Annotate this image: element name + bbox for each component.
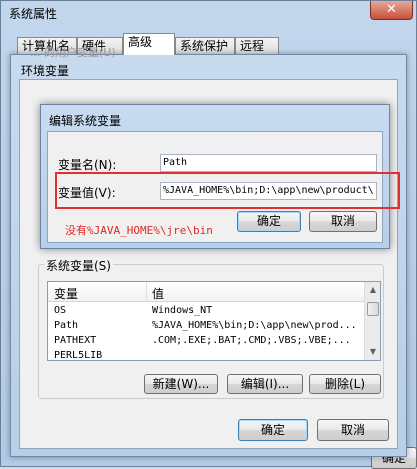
tab-system-protection[interactable]: 系统保护 [175, 37, 235, 55]
edit-variable-button[interactable]: 编辑(I)... [227, 374, 303, 394]
row-variable-name: PERL5LIB [54, 350, 103, 361]
row-variable-value: %JAVA_HOME%\bin;D:\app\new\prod... [152, 320, 357, 331]
column-header-value[interactable]: 值 [152, 285, 164, 302]
system-variables-label: 系统变量(S) [44, 257, 113, 274]
variable-name-label: 变量名(N): [58, 158, 117, 172]
close-button[interactable]: ✕ [370, 1, 413, 20]
edit-ok-button[interactable]: 确定 [237, 211, 301, 232]
scroll-down-icon[interactable]: ▼ [365, 344, 380, 360]
environment-variables-title: 环境变量 [21, 64, 70, 78]
scroll-up-icon[interactable]: ▲ [365, 282, 380, 298]
tab-remote[interactable]: 远程 [235, 37, 279, 55]
edit-cancel-button[interactable]: 取消 [309, 211, 377, 232]
table-row[interactable]: PERL5LIB [48, 349, 364, 361]
user-variables-label: ... 的用户变量(U) [30, 46, 116, 59]
variable-name-input[interactable]: Path [160, 154, 377, 172]
env-cancel-button[interactable]: 取消 [317, 419, 389, 441]
system-properties-title: 系统属性 [9, 7, 58, 21]
row-variable-name: Path [54, 320, 79, 331]
new-variable-button[interactable]: 新建(W)... [144, 374, 218, 394]
close-icon: ✕ [386, 2, 397, 17]
tab-advanced[interactable]: 高级 [123, 33, 175, 55]
system-variables-list[interactable]: 变量 值 OS Windows_NT Path %JAVA_HOME%\bin;… [47, 281, 381, 361]
delete-variable-button[interactable]: 删除(L) [309, 374, 381, 394]
env-ok-button[interactable]: 确定 [238, 419, 308, 441]
row-variable-value: Windows_NT [152, 305, 213, 316]
row-variable-value: .COM;.EXE;.BAT;.CMD;.VBS;.VBE;... [152, 335, 351, 346]
list-header: 变量 值 [48, 282, 364, 302]
edit-system-variable-title: 编辑系统变量 [49, 114, 122, 128]
row-variable-name: OS [54, 305, 67, 316]
column-header-variable[interactable]: 变量 [54, 285, 78, 302]
vertical-scrollbar[interactable]: ▲ ▼ [364, 282, 380, 360]
annotation-text: 没有%JAVA_HOME%\jre\bin [65, 224, 213, 237]
column-separator [146, 282, 147, 302]
table-row[interactable]: OS Windows_NT [48, 304, 364, 319]
scrollbar-thumb[interactable] [367, 302, 379, 316]
row-variable-name: PATHEXT [54, 335, 97, 346]
table-row[interactable]: Path %JAVA_HOME%\bin;D:\app\new\prod... [48, 319, 364, 334]
table-row[interactable]: PATHEXT .COM;.EXE;.BAT;.CMD;.VBS;.VBE;..… [48, 334, 364, 349]
highlight-box [55, 172, 400, 209]
